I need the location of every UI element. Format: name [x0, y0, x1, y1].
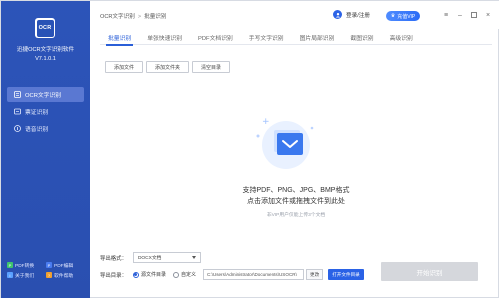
- ticket-icon: [14, 108, 21, 115]
- tab-batch[interactable]: 批量识别: [100, 29, 139, 46]
- minimize-icon[interactable]: –: [453, 9, 467, 21]
- login-button[interactable]: 登录/注册: [333, 10, 370, 19]
- window-controls: ≡ – ×: [439, 9, 495, 21]
- drop-instruction-text: 点击添加文件或拖拽文件到此处: [247, 198, 345, 205]
- export-format-label: 导出格式：: [100, 255, 127, 262]
- radio-custom-label: 自定义: [180, 272, 196, 278]
- sidebar-bottom-links: P PDF转换 P PDF编辑 i 关于我们 ? 软件帮助: [7, 260, 87, 280]
- radio-original-label: 源文件目录: [140, 272, 166, 278]
- export-dir-label: 导出目录：: [100, 272, 127, 279]
- chevron-down-icon: [191, 256, 196, 259]
- voice-icon: [14, 125, 21, 132]
- file-drop-area[interactable]: + 支持PDF、PNG、JPG、BMP格式 点击添加文件或拖拽文件到此处 非VI…: [100, 78, 492, 246]
- title-bar: OCR文字识别 > 批量识别 登录/注册 ♛ 充值VIP ≡ – ×: [90, 1, 499, 29]
- about-label: 关于我们: [15, 273, 35, 279]
- tab-pdf[interactable]: PDF文档识别: [190, 29, 241, 45]
- add-file-button[interactable]: 添加文件: [105, 61, 144, 73]
- sidebar-item-ticket[interactable]: 票证识别: [7, 104, 84, 119]
- pdf-edit-label: PDF编辑: [54, 263, 74, 269]
- app-name: 迅捷OCR文字识别软件: [16, 47, 75, 53]
- ocr-icon: [14, 91, 21, 98]
- radio-custom-dir[interactable]: 自定义: [172, 271, 196, 278]
- sidebar: OCR 迅捷OCR文字识别软件 V7.1.0.1 OCR文字识别 票证识别 语音…: [1, 1, 90, 298]
- change-path-button[interactable]: 更改: [306, 269, 324, 280]
- export-format-select[interactable]: DOCX文档: [132, 252, 201, 263]
- breadcrumb-root[interactable]: OCR文字识别: [100, 14, 135, 20]
- sidebar-item-label: OCR文字识别: [25, 93, 62, 99]
- help-label: 软件帮助: [54, 273, 74, 279]
- tab-bar: 批量识别 单张快速识别 PDF文档识别 手写文字识别 图片局部识别 截图识别 高…: [100, 29, 492, 46]
- about-icon: i: [7, 272, 13, 278]
- app-logo-text: OCR: [36, 19, 54, 37]
- export-format-value: DOCX文档: [137, 256, 162, 261]
- add-folder-button[interactable]: 添加文件夹: [146, 61, 190, 73]
- pdf-convert-link[interactable]: P PDF转换: [7, 262, 46, 269]
- export-format-row: 导出格式： DOCX文档: [100, 252, 201, 263]
- pdf-edit-icon: P: [46, 262, 52, 268]
- help-icon: ?: [46, 272, 52, 278]
- radio-unchecked-icon: [172, 271, 179, 278]
- pdf-convert-label: PDF转换: [15, 263, 35, 269]
- clear-list-button[interactable]: 清空目录: [192, 61, 231, 73]
- sidebar-nav: OCR文字识别 票证识别 语音识别: [7, 87, 84, 138]
- tab-advanced[interactable]: 高级识别: [382, 29, 421, 45]
- tab-handwriting[interactable]: 手写文字识别: [241, 29, 292, 45]
- pdf-edit-link[interactable]: P PDF编辑: [46, 262, 85, 269]
- app-version: V7.1.0.1: [35, 56, 56, 62]
- export-path-field[interactable]: C:\Users\Administrator\Documents\USOCR\: [203, 269, 304, 280]
- breadcrumb-current: 批量识别: [144, 14, 167, 20]
- maximize-icon[interactable]: [467, 9, 481, 21]
- vip-button[interactable]: ♛ 充值VIP: [386, 11, 420, 21]
- tab-single[interactable]: 单张快速识别: [139, 29, 190, 45]
- sidebar-item-voice[interactable]: 语音识别: [7, 121, 84, 136]
- export-dir-row: 导出目录： 源文件目录 自定义 C:\Users\Administrator\D…: [100, 269, 364, 280]
- pdf-convert-icon: P: [7, 262, 13, 268]
- breadcrumb: OCR文字识别 > 批量识别: [100, 12, 166, 20]
- breadcrumb-separator: >: [137, 14, 142, 20]
- crown-icon: ♛: [390, 13, 396, 19]
- app-window: OCR 迅捷OCR文字识别软件 V7.1.0.1 OCR文字识别 票证识别 语音…: [0, 0, 499, 298]
- user-avatar-icon: [333, 10, 342, 19]
- help-link[interactable]: ? 软件帮助: [46, 272, 85, 279]
- sidebar-item-label: 票证识别: [25, 110, 49, 116]
- svg-text:+: +: [262, 117, 270, 127]
- radio-original-dir[interactable]: 源文件目录: [132, 271, 166, 278]
- close-icon[interactable]: ×: [481, 9, 495, 21]
- vip-label: 充值VIP: [397, 13, 416, 20]
- file-toolbar: 添加文件 添加文件夹 清空目录: [105, 61, 233, 73]
- upload-illustration-icon: +: [248, 112, 320, 172]
- vip-limit-hint: 非VIP用户仅能上传3个文档: [266, 213, 326, 218]
- tab-screenshot[interactable]: 截图识别: [342, 29, 381, 45]
- about-link[interactable]: i 关于我们: [7, 272, 46, 279]
- supported-formats-text: 支持PDF、PNG、JPG、BMP格式: [242, 187, 350, 194]
- login-label: 登录/注册: [346, 12, 370, 19]
- sidebar-item-ocr[interactable]: OCR文字识别: [7, 87, 84, 102]
- open-folder-button[interactable]: 打开文件目录: [328, 269, 364, 280]
- sidebar-item-label: 语音识别: [25, 127, 49, 133]
- app-logo: OCR: [35, 18, 55, 38]
- tab-partial[interactable]: 图片局部识别: [292, 29, 343, 45]
- start-recognition-button[interactable]: 开始识别: [381, 262, 478, 281]
- menu-icon[interactable]: ≡: [439, 9, 453, 21]
- radio-checked-icon: [132, 271, 139, 278]
